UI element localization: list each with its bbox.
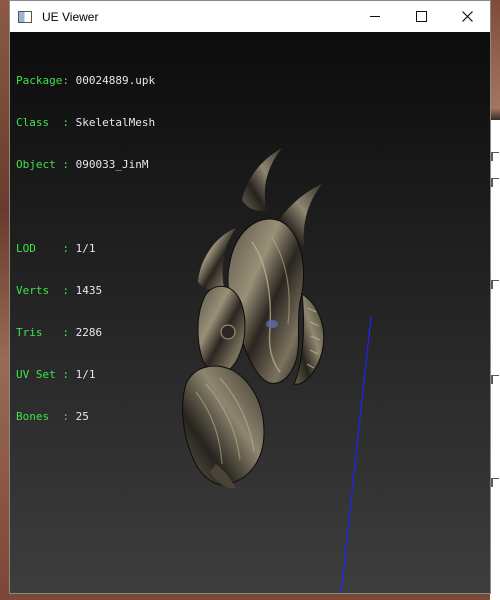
minimize-icon — [370, 16, 380, 17]
maximize-button[interactable] — [398, 1, 444, 32]
maximize-icon — [415, 11, 427, 22]
mesh-horn-top — [242, 148, 282, 211]
title-bar[interactable]: UE Viewer — [10, 1, 490, 32]
axis-line — [340, 316, 372, 593]
3d-viewport[interactable]: Package: 00024889.upk Class : SkeletalMe… — [10, 32, 490, 593]
desktop-background-right — [490, 0, 500, 600]
mesh-shoulder-orb — [220, 324, 236, 340]
minimize-button[interactable] — [352, 1, 398, 32]
ue-viewer-window: UE Viewer Package: 00024889.upk Class : … — [9, 0, 491, 594]
desktop-background-left — [0, 0, 9, 600]
mesh-render — [182, 148, 372, 593]
mesh-lower-plate — [182, 365, 265, 486]
window-title: UE Viewer — [42, 9, 99, 24]
close-button[interactable] — [444, 1, 490, 32]
mesh-eye — [266, 320, 278, 328]
window-app-icon — [18, 10, 32, 23]
close-icon — [461, 11, 473, 22]
